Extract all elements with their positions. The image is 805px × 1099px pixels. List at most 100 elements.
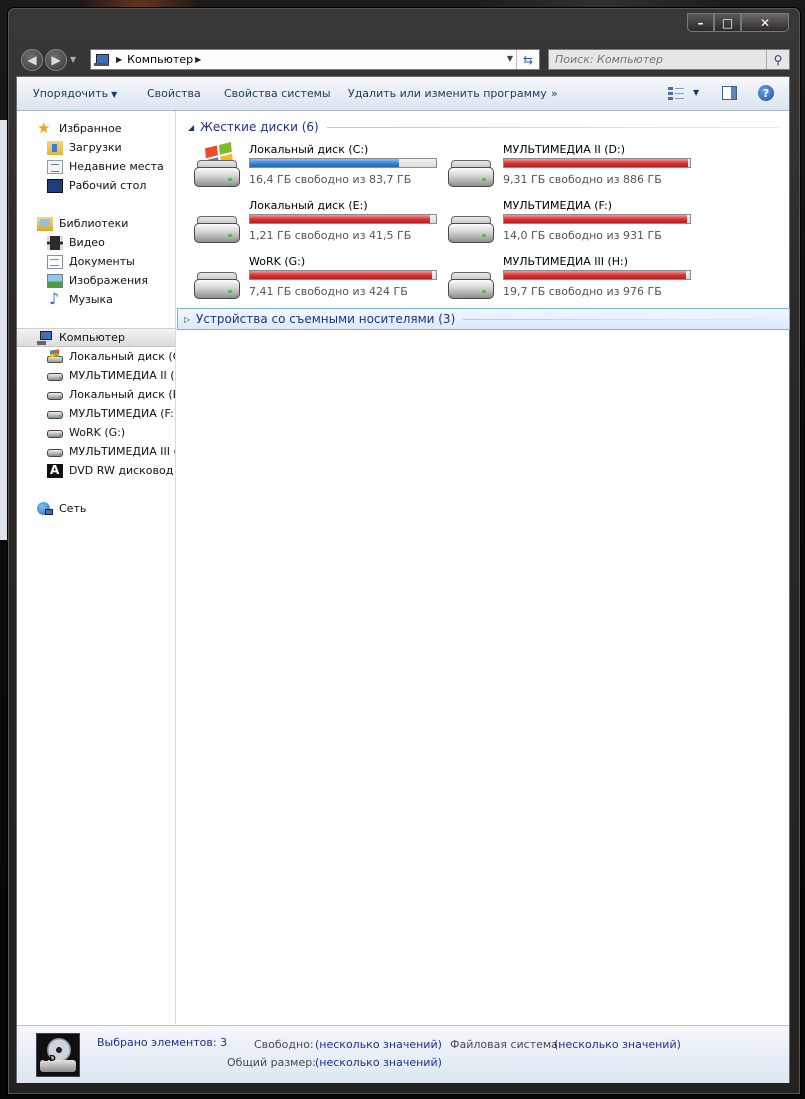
sidebar-item-video[interactable]: Видео	[17, 233, 175, 252]
sidebar-item-drive-e[interactable]: Локальный диск (E:)	[17, 385, 175, 404]
sidebar-item-label: Видео	[69, 236, 105, 249]
drive-tile-g[interactable]: WoRK (G:) 7,41 ГБ свободно из 424 ГБ	[194, 253, 444, 305]
chevron-down-icon: ◢	[188, 122, 195, 132]
computer-icon	[94, 53, 110, 66]
more-commands-button[interactable]: »	[551, 87, 558, 100]
search-icon[interactable]: ⚲	[766, 50, 789, 69]
organize-button[interactable]: Упорядочить ▼	[33, 87, 117, 100]
chevron-down-icon: ▼	[111, 90, 118, 99]
properties-button[interactable]: Свойства	[147, 87, 201, 100]
selected-count: Выбрано элементов: 3	[97, 1036, 228, 1049]
group-divider	[463, 318, 779, 320]
drive-usage-bar	[503, 214, 691, 224]
sidebar-item-drive-c[interactable]: Локальный диск (C:)	[17, 347, 175, 366]
video-icon	[47, 235, 63, 250]
search-box[interactable]: ⚲	[548, 49, 790, 70]
sidebar-item-recent-places[interactable]: Недавние места	[17, 157, 175, 176]
breadcrumb-arrow-icon[interactable]: ▶	[116, 55, 122, 64]
desktop-icon	[47, 178, 63, 193]
view-dropdown-icon[interactable]: ▼	[693, 88, 699, 97]
address-dropdown-icon[interactable]: ▼	[507, 54, 513, 63]
drive-body-decoration	[194, 167, 240, 187]
search-input[interactable]	[549, 52, 767, 67]
sidebar-item-downloads[interactable]: Загрузки	[17, 138, 175, 157]
preview-pane-icon[interactable]	[722, 86, 737, 100]
drive-usage-bar	[249, 270, 437, 280]
sidebar-item-label: Загрузки	[69, 141, 122, 154]
breadcrumb-arrow-icon[interactable]: ▶	[195, 55, 201, 64]
network-icon	[37, 501, 53, 516]
computer-icon	[37, 330, 53, 345]
file-system-value: (несколько значений)	[554, 1038, 681, 1051]
drive-tile-e[interactable]: Локальный диск (E:) 1,21 ГБ свободно из …	[194, 197, 444, 249]
sidebar-item-favorites[interactable]: Избранное	[17, 119, 175, 138]
group-header-hard-disks[interactable]: ◢ Жесткие диски (6)	[182, 116, 789, 138]
hard-drive-icon	[47, 388, 63, 402]
uninstall-program-button[interactable]: Удалить или изменить программу	[348, 87, 547, 100]
drive-name: Локальный диск (E:)	[249, 199, 368, 212]
sidebar-item-label: МУЛЬТИМЕДИА III (H	[69, 445, 175, 458]
drive-usage-bar	[503, 158, 691, 168]
change-view-icon[interactable]	[668, 86, 684, 100]
details-pane: BD Выбрано элементов: 3 Свободно: (неско…	[17, 1025, 789, 1083]
drive-free-space: 19,7 ГБ свободно из 976 ГБ	[503, 285, 662, 298]
sidebar-item-drive-h[interactable]: МУЛЬТИМЕДИА III (H	[17, 442, 175, 461]
drive-name: WoRK (G:)	[249, 255, 306, 268]
breadcrumb-computer[interactable]: Компьютер	[127, 53, 193, 66]
sidebar-item-label: WoRK (G:)	[69, 426, 126, 439]
sidebar-item-music[interactable]: Музыка	[17, 289, 175, 309]
close-button[interactable]: ✕	[741, 13, 789, 32]
drive-body-decoration	[448, 279, 494, 299]
recent-places-icon	[47, 159, 63, 174]
hard-drive-icon	[47, 407, 63, 421]
address-bar[interactable]: ▶ Компьютер ▶ ▼ ⇆	[90, 49, 540, 70]
sidebar-item-label: Библиотеки	[59, 217, 129, 230]
sidebar-item-dvd[interactable]: DVD RW дисковод (I	[17, 461, 175, 480]
explorer-client-area: Упорядочить ▼ Свойства Свойства системы У…	[16, 76, 790, 1083]
drive-usage-fill	[504, 159, 689, 167]
sidebar-item-label: Рабочий стол	[69, 179, 147, 192]
sidebar-item-label: Избранное	[59, 122, 122, 135]
drive-usage-fill	[504, 271, 687, 279]
drive-free-space: 7,41 ГБ свободно из 424 ГБ	[249, 285, 408, 298]
minimize-button[interactable]: –	[687, 13, 714, 32]
sidebar-item-pictures[interactable]: Изображения	[17, 271, 175, 290]
drive-body-decoration	[448, 223, 494, 243]
sidebar-item-libraries[interactable]: Библиотеки	[17, 214, 175, 233]
sidebar-item-computer[interactable]: Компьютер	[17, 328, 175, 347]
drive-tile-d[interactable]: МУЛЬТИМЕДИА II (D:) 9,31 ГБ свободно из …	[448, 141, 698, 193]
help-icon[interactable]: ?	[758, 85, 774, 101]
drive-tile-h[interactable]: МУЛЬТИМЕДИА III (H:) 19,7 ГБ свободно из…	[448, 253, 698, 305]
navigation-row: ◀ ▶ ▼ ▶ Компьютер ▶ ▼ ⇆ ⚲	[17, 47, 791, 73]
sidebar-item-drive-f[interactable]: МУЛЬТИМЕДИА (F:)	[17, 404, 175, 423]
back-button[interactable]: ◀	[21, 49, 43, 71]
hard-drive-icon	[448, 257, 498, 301]
system-properties-button[interactable]: Свойства системы	[224, 87, 331, 100]
maximize-button[interactable]: □	[714, 13, 741, 32]
group-header-removable[interactable]: ▷ Устройства со съемными носителями (3)	[177, 308, 790, 330]
sidebar-item-network[interactable]: Сеть	[17, 499, 175, 518]
chevron-right-icon: ▷	[184, 314, 191, 324]
pictures-icon	[47, 273, 63, 288]
sidebar-item-documents[interactable]: Документы	[17, 252, 175, 271]
hard-drive-icon	[448, 201, 498, 245]
organize-label: Упорядочить	[33, 87, 109, 100]
forward-button[interactable]: ▶	[45, 49, 67, 71]
downloads-folder-icon	[47, 140, 63, 155]
total-size-label: Общий размер:	[227, 1056, 316, 1069]
sidebar-item-label: Сеть	[59, 502, 87, 515]
navigation-pane: Избранное Загрузки Недавние места Рабочи…	[17, 111, 176, 1024]
hard-drive-icon	[194, 257, 244, 301]
sidebar-item-drive-d[interactable]: МУЛЬТИМЕДИА II (D:	[17, 366, 175, 385]
sidebar-item-label: DVD RW дисковод (I	[69, 464, 175, 477]
drive-body-decoration	[194, 223, 240, 243]
sidebar-item-desktop[interactable]: Рабочий стол	[17, 176, 175, 195]
sidebar-item-drive-g[interactable]: WoRK (G:)	[17, 423, 175, 442]
refresh-icon[interactable]: ⇆	[516, 50, 539, 69]
drive-tile-f[interactable]: МУЛЬТИМЕДИА (F:) 14,0 ГБ свободно из 931…	[448, 197, 698, 249]
sidebar-item-label: Изображения	[69, 274, 148, 287]
sidebar-item-label: Локальный диск (E:)	[69, 388, 175, 401]
recent-pages-dropdown[interactable]: ▼	[70, 55, 76, 64]
sidebar-item-label: Музыка	[69, 293, 113, 306]
drive-tile-c[interactable]: Локальный диск (C:) 16,4 ГБ свободно из …	[194, 141, 444, 193]
